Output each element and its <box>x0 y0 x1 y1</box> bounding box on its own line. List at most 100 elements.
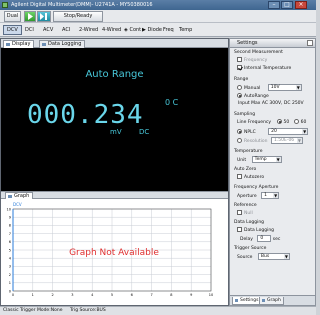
range-autorange-label: AutoRange <box>244 94 269 99</box>
pin-icon[interactable] <box>307 40 313 46</box>
settings-header: Settings <box>230 39 315 48</box>
chevron-down-icon: ▼ <box>283 254 289 259</box>
delay-input[interactable]: 0 <box>257 235 272 242</box>
y-tick-label: 7 <box>9 232 11 236</box>
freq-50-option[interactable]: 50 <box>276 119 289 125</box>
temperature-unit-select[interactable]: Temp ▼ <box>251 156 282 163</box>
aperture-row: Aperture 1 ▼ <box>237 192 280 199</box>
range-select-value: 10V <box>270 85 280 90</box>
range-manual-option[interactable]: Manual 10V ▼ <box>237 84 302 91</box>
mode-dcv[interactable]: DCV <box>3 25 22 35</box>
minimize-button[interactable]: – <box>268 1 280 9</box>
mode-acv[interactable]: ACV <box>43 25 53 35</box>
nplc-select[interactable]: 20 ▼ <box>268 128 309 135</box>
trigger-source-label: Source <box>237 255 253 260</box>
display-tab-icon <box>6 43 10 46</box>
trigger-source-select[interactable]: Bus ▼ <box>257 253 290 260</box>
resolution-select[interactable]: 1.50E-06 ▼ <box>270 137 303 144</box>
freq-50-radio[interactable] <box>276 119 282 124</box>
nplc-radio[interactable] <box>237 129 242 134</box>
settings-body: Second Measurement Frequency Internal Te… <box>230 48 315 296</box>
range-select[interactable]: 10V ▼ <box>267 84 302 91</box>
title-bar: Agilent Digital Multimeter(DMM)- U2741A … <box>0 0 316 10</box>
mode-dci[interactable]: DCI <box>25 25 34 35</box>
aperture-select[interactable]: 1 ▼ <box>261 192 280 199</box>
mode-diode[interactable]: ▶ Diode <box>142 25 162 35</box>
x-tick-label: 8 <box>170 293 172 297</box>
delay-unit: sec <box>272 237 281 242</box>
resolution-radio[interactable] <box>237 138 242 143</box>
close-button[interactable]: × <box>295 1 307 9</box>
mode-4-wired[interactable]: 4-Wired <box>102 25 121 35</box>
primary-reading: 000.234 <box>27 100 144 130</box>
range-manual-label: Manual <box>244 86 261 91</box>
line-frequency-row: Line Frequency 50 60 <box>237 119 306 125</box>
resolution-select-value: 1.50E-06 <box>273 138 295 143</box>
mode-cont[interactable]: ◈ Cont <box>124 25 141 35</box>
footer-tab-graph[interactable]: Graph <box>259 297 284 305</box>
cont-icon: ◈ <box>124 27 128 33</box>
app-icon <box>2 2 8 8</box>
autozero-checkbox[interactable] <box>237 174 242 179</box>
play-button[interactable] <box>24 11 36 22</box>
settings-footer-tabs: Settings Graph <box>230 295 315 305</box>
range-manual-radio[interactable] <box>237 85 242 90</box>
internal-temperature-option[interactable]: Internal Temperature <box>237 65 291 71</box>
display-tab-strip: Display Data Logging <box>1 39 228 48</box>
y-tick-label: 5 <box>9 248 11 252</box>
temperature-unit-row: Unit Temp ▼ <box>237 156 282 163</box>
graph-y-ticks: 109876543210 <box>7 207 12 293</box>
sampling-title: Sampling <box>234 112 256 117</box>
tab-display[interactable]: Display <box>3 40 35 48</box>
delay-value: 0 <box>260 236 264 241</box>
chevron-down-icon: ▼ <box>275 157 281 162</box>
mode-aci[interactable]: ACI <box>62 25 70 35</box>
null-checkbox[interactable] <box>237 210 242 215</box>
trigger-mode-status: Classic Trigger Mode:None <box>3 308 63 313</box>
mode-2-wired[interactable]: 2-Wired <box>79 25 98 35</box>
graph-footer-tab-icon <box>262 299 265 302</box>
stop-ready-button[interactable]: Stop/Ready <box>53 11 103 22</box>
footer-tab-settings[interactable]: Settings <box>232 297 262 305</box>
tab-graph[interactable]: Graph <box>5 192 34 199</box>
range-autorange-option[interactable]: AutoRange <box>237 93 269 99</box>
graph-panel: DCV 10 9 8 7 6 5 4 3 2 1 0 0 1 2 3 4 5 6 7 8 9 10 Graph Not … <box>1 199 228 305</box>
null-option[interactable]: Null <box>237 210 253 216</box>
reading-unit: mV <box>110 128 122 136</box>
data-logging-option[interactable]: Data Logging <box>237 227 274 233</box>
frequency-checkbox[interactable] <box>237 57 242 62</box>
internal-temperature-checkbox[interactable] <box>237 65 242 70</box>
graph-x-ticks: 0 1 2 3 4 5 6 7 8 9 10 <box>12 293 213 297</box>
window-title: Agilent Digital Multimeter(DMM)- U2741A … <box>11 2 153 8</box>
settings-title: Settings <box>237 40 258 46</box>
mode-temp[interactable]: Temp <box>179 25 192 35</box>
mode-diode-label: Diode <box>147 27 163 33</box>
coupling-indicator: DC <box>139 128 150 136</box>
tab-data-logging-label: Data Logging <box>48 41 82 47</box>
autozero-option[interactable]: Autozero <box>237 174 264 180</box>
data-logging-title: Data Logging <box>234 220 265 225</box>
mode-freq[interactable]: Freq <box>163 25 174 35</box>
single-trigger-icon <box>40 13 47 20</box>
chevron-down-icon: ▼ <box>296 138 302 143</box>
resolution-label: Resolution <box>244 139 268 144</box>
internal-temperature-label: Internal Temperature <box>244 66 292 71</box>
dual-button[interactable]: Dual <box>4 11 21 22</box>
tab-data-logging[interactable]: Data Logging <box>39 40 86 48</box>
data-logging-checkbox[interactable] <box>237 227 242 232</box>
tab-display-label: Display <box>12 41 31 47</box>
measurement-display: Auto Range 000.234 mV DC 0 C <box>1 48 228 191</box>
maximize-button[interactable]: □ <box>281 1 293 9</box>
single-trigger-button[interactable] <box>37 11 51 22</box>
graph-tab-icon <box>8 195 12 198</box>
delay-row: Delay 0 sec <box>240 235 280 242</box>
freq-60-label: 60 <box>300 120 307 125</box>
resolution-option[interactable]: Resolution 1.50E-06 ▼ <box>237 137 303 144</box>
nplc-option[interactable]: NPLC 20 ▼ <box>237 128 309 135</box>
frequency-option[interactable]: Frequency <box>237 57 267 63</box>
freq-60-option[interactable]: 60 <box>293 119 307 125</box>
freq-60-radio[interactable] <box>293 119 299 124</box>
range-autorange-radio[interactable] <box>237 93 242 98</box>
status-bar: Classic Trigger Mode:None Trig Source:BU… <box>0 306 316 315</box>
y-tick-label: 2 <box>9 273 11 277</box>
